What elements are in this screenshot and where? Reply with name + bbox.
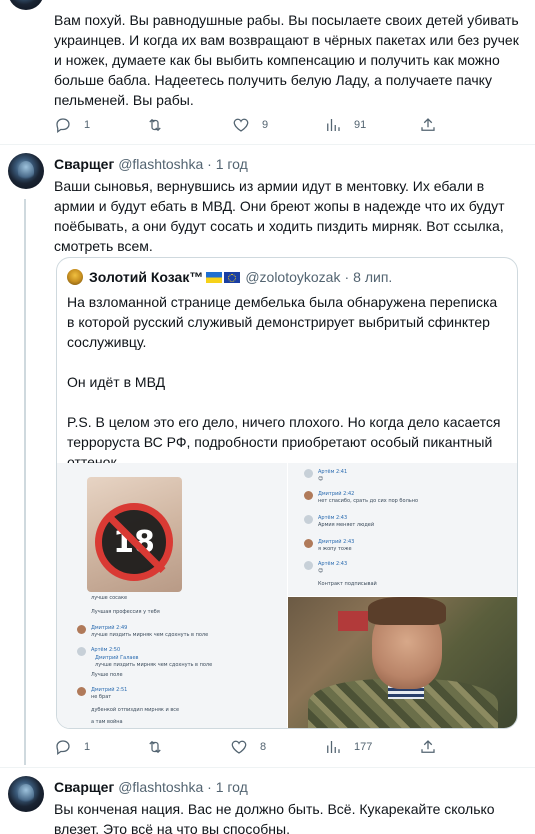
heart-icon — [231, 740, 247, 754]
chat-message: дубенкой отпиздил мирняк и все — [91, 707, 180, 713]
chat-message: лучше сосаке — [91, 595, 128, 601]
quote-paragraph: На взломанной странице дембелька была об… — [67, 294, 498, 350]
chat-message: лучше пиздить мирняк чем сдохнуть в поле — [95, 662, 213, 668]
separator: · — [207, 779, 212, 795]
like-count: 8 — [260, 741, 267, 753]
chat-message: нет спасибо, срать до сих пор больно — [318, 498, 419, 504]
quote-handle: @zolotoykozak — [245, 269, 341, 285]
chat-screenshot-right[interactable]: Артём 2:41 😊 Дмитрий 2:42 нет спасибо, с… — [288, 463, 517, 596]
background-object — [338, 611, 368, 631]
selfie-photo[interactable] — [288, 597, 517, 728]
timestamp[interactable]: 1 год — [216, 156, 248, 172]
reply-count: 1 — [84, 741, 91, 753]
media-grid[interactable]: 18 лучше сосаке Лучшая профессия у тебя … — [57, 463, 517, 728]
tweet-actions: 1 9 91 — [54, 115, 437, 135]
chat-message: Лучшая профессия у тебя — [91, 609, 160, 615]
like-count: 9 — [262, 119, 269, 131]
chat-message: лучше пиздить мирняк чем сдохнуть в поле — [91, 632, 209, 638]
tweet-header: Сварщег @flashtoshka · 1 год — [54, 155, 523, 173]
separator: · — [344, 269, 350, 285]
chat-sender: Дмитрий 2:51 — [91, 687, 128, 693]
chat-sender: Дмитрий 2:42 — [318, 491, 355, 497]
handle[interactable]: @flashtoshka — [118, 156, 203, 172]
chat-avatar — [77, 647, 86, 656]
tweet-text: Вам похуй. Вы равнодушные рабы. Вы посыл… — [54, 12, 519, 108]
like-button[interactable]: 8 — [230, 737, 266, 757]
tweet-1[interactable]: Вам похуй. Вы равнодушные рабы. Вы посыл… — [0, 0, 535, 150]
tweet-text: Вы конченая нация. Вас не должно быть. В… — [54, 801, 495, 834]
analytics-icon — [327, 741, 340, 753]
reply-button[interactable]: 1 — [54, 737, 90, 757]
reply-count: 1 — [84, 119, 91, 131]
retweet-button[interactable] — [146, 737, 164, 757]
chat-avatar — [304, 469, 313, 478]
chat-reply-quote: Дмитрий Галаев — [95, 655, 139, 661]
tweet-header: Сварщег @flashtoshka · 1 год — [54, 778, 523, 796]
display-name[interactable]: Сварщег — [54, 156, 114, 172]
share-icon — [421, 740, 435, 753]
timestamp[interactable]: 1 год — [216, 779, 248, 795]
retweet-icon — [149, 118, 161, 132]
chat-message: Лучше поле — [91, 672, 123, 678]
chat-sender: Артём 2:43 — [318, 515, 348, 521]
chat-avatar — [77, 625, 86, 634]
share-icon — [421, 118, 435, 131]
age-restricted-icon: 18 — [95, 503, 173, 581]
avatar[interactable] — [8, 776, 44, 812]
tweet-3[interactable]: Сварщег @flashtoshka · 1 год Вы конченая… — [0, 768, 535, 834]
reply-icon — [56, 740, 70, 756]
quote-display-name: Золотий Козак™ — [89, 269, 204, 285]
avatar[interactable] — [8, 0, 44, 10]
quoted-tweet[interactable]: Золотий Козак™ @zolotoykozak · 8 лип. На… — [56, 257, 518, 729]
like-button[interactable]: 9 — [232, 115, 268, 135]
chat-message: а там война — [91, 719, 123, 725]
chat-avatar — [304, 515, 313, 524]
tweet-text: Ваши сыновья, вернувшись из армии идут в… — [54, 178, 505, 254]
chat-avatar — [304, 561, 313, 570]
hair — [368, 597, 446, 625]
chat-sender: Артём 2:50 — [91, 647, 121, 653]
quote-text: На взломанной странице дембелька была об… — [67, 292, 503, 492]
views-button[interactable]: 177 — [324, 737, 372, 757]
display-name[interactable]: Сварщег — [54, 779, 114, 795]
retweet-icon — [149, 740, 161, 754]
tweet-actions: 1 8 177 — [54, 737, 437, 757]
chat-message: Контракт подписывай — [318, 581, 377, 587]
chat-message: 😊 — [318, 476, 324, 482]
chat-message: не брат — [91, 694, 112, 700]
retweet-button[interactable] — [146, 115, 164, 135]
ukraine-flag-icon — [206, 271, 223, 283]
share-button[interactable] — [419, 737, 437, 757]
chat-avatar — [304, 539, 313, 548]
analytics-icon — [327, 119, 340, 131]
chat-sender: Дмитрий 2:49 — [91, 625, 128, 631]
chat-avatar — [77, 687, 86, 696]
view-count: 177 — [354, 741, 373, 753]
chat-message: Армия меняет людей — [318, 522, 375, 528]
eu-flag-icon — [224, 271, 241, 283]
view-count: 91 — [354, 119, 367, 131]
chat-avatar — [304, 491, 313, 500]
views-button[interactable]: 91 — [324, 115, 366, 135]
quote-header: Золотий Козак™ @zolotoykozak · 8 лип. — [67, 268, 392, 286]
quote-avatar — [67, 269, 83, 285]
thread-line — [24, 199, 26, 765]
heart-icon — [233, 118, 249, 132]
chat-screenshot-left[interactable]: 18 лучше сосаке Лучшая профессия у тебя … — [57, 463, 287, 728]
chat-sender: Дмитрий 2:43 — [318, 539, 355, 545]
chat-sender: Артём 2:43 — [318, 561, 348, 567]
quote-paragraph: Он идёт в МВД — [67, 374, 166, 390]
handle[interactable]: @flashtoshka — [118, 779, 203, 795]
chat-message: 😊 — [318, 568, 324, 574]
chat-sender: Артём 2:41 — [318, 469, 348, 475]
separator: · — [207, 156, 212, 172]
quote-timestamp: 8 лип. — [353, 269, 393, 285]
chat-message: я жопу тоже — [318, 546, 352, 552]
reply-button[interactable]: 1 — [54, 115, 90, 135]
reply-icon — [56, 118, 70, 134]
share-button[interactable] — [419, 115, 437, 135]
avatar[interactable] — [8, 153, 44, 189]
